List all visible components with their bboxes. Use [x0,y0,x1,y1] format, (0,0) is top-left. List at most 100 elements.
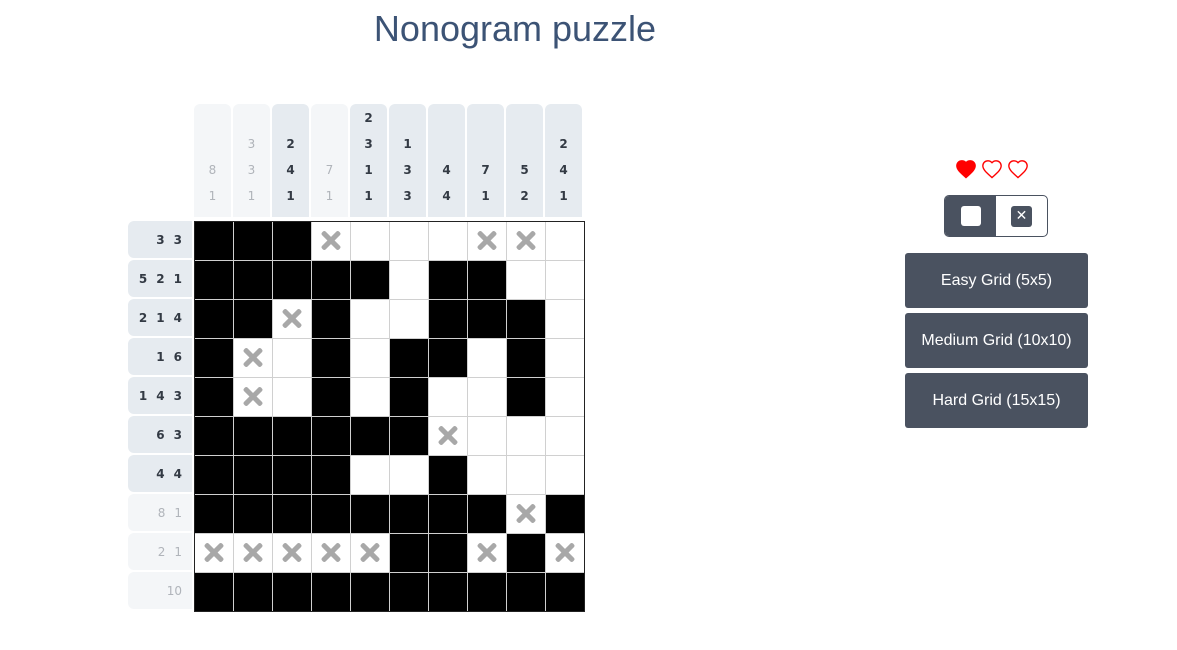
grid-cell-filled[interactable] [312,456,350,494]
grid-cell-empty[interactable] [546,378,584,416]
grid-cell-filled[interactable] [273,573,311,611]
grid-cell-filled[interactable] [273,261,311,299]
grid-cell-filled[interactable] [195,378,233,416]
grid-cell-filled[interactable] [195,222,233,260]
grid-cell-filled[interactable] [312,573,350,611]
grid-cell-filled[interactable] [195,495,233,533]
grid-cell-filled[interactable] [312,300,350,338]
grid-cell-filled[interactable] [273,417,311,455]
grid-cell-filled[interactable] [390,495,428,533]
grid-cell-filled[interactable] [234,417,272,455]
grid-cell-crossed[interactable] [234,378,272,416]
grid-cell-filled[interactable] [273,222,311,260]
grid-cell-filled[interactable] [429,495,467,533]
grid-cell-filled[interactable] [546,573,584,611]
grid-cell-filled[interactable] [351,573,389,611]
grid-cell-crossed[interactable] [312,534,350,572]
grid-cell-filled[interactable] [507,300,545,338]
grid-cell-filled[interactable] [234,456,272,494]
grid-cell-empty[interactable] [546,339,584,377]
grid-cell-crossed[interactable] [468,222,506,260]
grid-cell-filled[interactable] [390,573,428,611]
grid-cell-filled[interactable] [234,495,272,533]
grid-cell-filled[interactable] [234,222,272,260]
grid-cell-empty[interactable] [351,339,389,377]
grid-cell-empty[interactable] [429,222,467,260]
grid-cell-crossed[interactable] [507,222,545,260]
grid-cell-empty[interactable] [429,378,467,416]
grid-cell-filled[interactable] [507,573,545,611]
grid-cell-empty[interactable] [351,222,389,260]
grid-cell-filled[interactable] [195,573,233,611]
grid-cell-empty[interactable] [546,417,584,455]
grid-cell-empty[interactable] [507,417,545,455]
grid-cell-filled[interactable] [351,261,389,299]
grid-cell-crossed[interactable] [351,534,389,572]
grid-cell-filled[interactable] [429,339,467,377]
grid-cell-empty[interactable] [273,339,311,377]
grid-cell-filled[interactable] [546,495,584,533]
grid-cell-filled[interactable] [273,456,311,494]
fill-mode-button[interactable] [945,196,996,236]
grid-cell-filled[interactable] [468,261,506,299]
grid-cell-filled[interactable] [312,261,350,299]
grid-cell-crossed[interactable] [507,495,545,533]
grid-cell-crossed[interactable] [468,534,506,572]
grid-cell-filled[interactable] [234,573,272,611]
grid-cell-filled[interactable] [312,378,350,416]
grid-cell-filled[interactable] [195,417,233,455]
grid-cell-empty[interactable] [390,300,428,338]
grid-cell-filled[interactable] [234,261,272,299]
grid-cell-filled[interactable] [195,456,233,494]
grid-cell-crossed[interactable] [312,222,350,260]
grid-cell-filled[interactable] [390,534,428,572]
grid-cell-filled[interactable] [507,378,545,416]
hard-grid-button[interactable]: Hard Grid (15x15) [905,373,1088,428]
grid-cell-empty[interactable] [351,378,389,416]
grid-cell-empty[interactable] [507,261,545,299]
grid-cell-filled[interactable] [390,339,428,377]
grid-cell-crossed[interactable] [273,534,311,572]
grid-cell-filled[interactable] [195,300,233,338]
grid-cell-empty[interactable] [390,261,428,299]
grid-cell-empty[interactable] [351,300,389,338]
grid-cell-filled[interactable] [507,339,545,377]
grid-cell-crossed[interactable] [546,534,584,572]
grid-cell-empty[interactable] [546,456,584,494]
grid-cell-filled[interactable] [351,495,389,533]
grid-cell-empty[interactable] [468,378,506,416]
grid-cell-crossed[interactable] [234,339,272,377]
grid-cell-empty[interactable] [546,300,584,338]
grid-cell-empty[interactable] [273,378,311,416]
grid-cell-filled[interactable] [429,261,467,299]
grid-cell-filled[interactable] [429,456,467,494]
grid-cell-empty[interactable] [546,261,584,299]
grid-cell-filled[interactable] [468,573,506,611]
grid-cell-empty[interactable] [546,222,584,260]
grid-cell-filled[interactable] [234,300,272,338]
grid-cell-filled[interactable] [429,534,467,572]
grid-cell-filled[interactable] [390,378,428,416]
easy-grid-button[interactable]: Easy Grid (5x5) [905,253,1088,308]
grid-cell-empty[interactable] [468,456,506,494]
grid-cell-filled[interactable] [351,417,389,455]
grid-cell-crossed[interactable] [195,534,233,572]
medium-grid-button[interactable]: Medium Grid (10x10) [905,313,1088,368]
grid-cell-empty[interactable] [351,456,389,494]
grid-cell-filled[interactable] [273,495,311,533]
grid-cell-crossed[interactable] [273,300,311,338]
grid-cell-empty[interactable] [507,456,545,494]
grid-cell-crossed[interactable] [234,534,272,572]
cross-mode-button[interactable]: ✕ [996,196,1047,236]
grid-cell-empty[interactable] [390,222,428,260]
grid-cell-filled[interactable] [312,339,350,377]
grid-cell-crossed[interactable] [429,417,467,455]
grid-cell-filled[interactable] [195,261,233,299]
grid-cell-filled[interactable] [390,417,428,455]
grid-cell-empty[interactable] [468,417,506,455]
grid-cell-filled[interactable] [312,417,350,455]
grid-cell-filled[interactable] [195,339,233,377]
grid-cell-filled[interactable] [429,573,467,611]
grid-cell-filled[interactable] [468,495,506,533]
grid-cell-filled[interactable] [312,495,350,533]
